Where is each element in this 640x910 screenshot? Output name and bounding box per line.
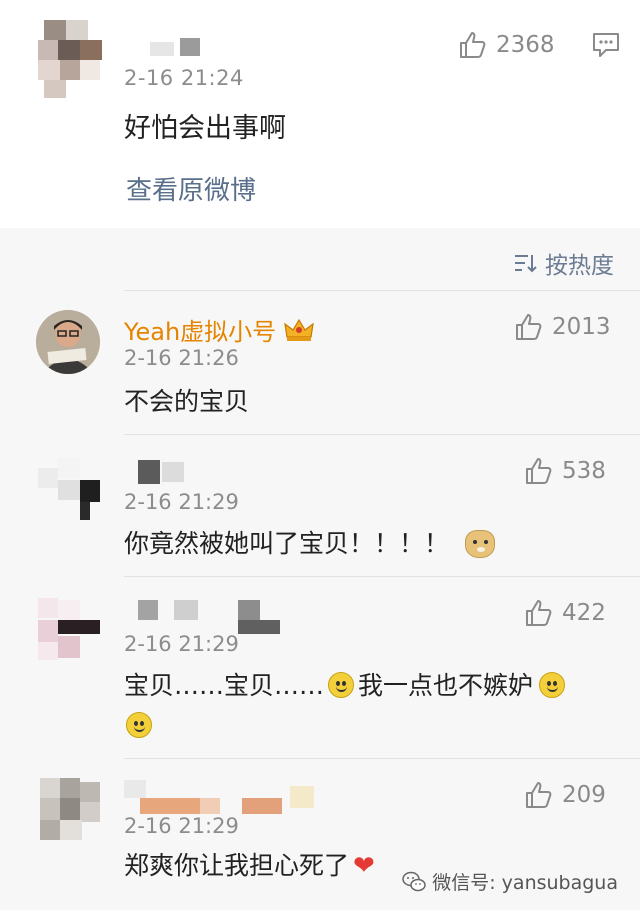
thumbs-up-icon: [526, 458, 552, 484]
avatar[interactable]: [36, 310, 100, 374]
smile-emoji-icon: [328, 672, 355, 698]
like-count: 2013: [552, 314, 611, 340]
like-button[interactable]: 209: [524, 780, 606, 810]
like-count: 538: [562, 458, 606, 484]
like-count: 2368: [496, 32, 555, 58]
username-text: Yeah虚拟小号: [124, 318, 277, 346]
doge-emoji-icon: [464, 530, 495, 558]
post-text: 好怕会出事啊: [124, 113, 286, 144]
divider: [124, 434, 640, 435]
comment-text: 郑爽你让我担心死了 ❤: [124, 846, 375, 886]
like-button[interactable]: 2013: [514, 312, 611, 342]
wechat-watermark: 微信号: yansubagua: [402, 868, 618, 895]
like-button[interactable]: 538: [524, 456, 606, 486]
like-button[interactable]: 2368: [458, 30, 555, 60]
thumbs-up-icon: [526, 600, 552, 626]
avatar[interactable]: [38, 598, 100, 662]
smile-emoji-icon: [126, 712, 152, 738]
username-blurred[interactable]: [138, 600, 284, 634]
comment-text-part: 我一点也不嫉妒: [358, 671, 534, 700]
comment-time: 2-16 21:29: [124, 814, 239, 838]
smile-emoji-icon: [539, 672, 566, 698]
heart-icon: ❤: [353, 851, 375, 881]
username-blurred[interactable]: [124, 780, 318, 814]
original-post: 2-16 21:24 好怕会出事啊 查看原微博 2368: [0, 0, 640, 228]
sort-icon: [515, 255, 537, 273]
comment-text-content: 郑爽你让我担心死了: [124, 851, 350, 880]
sort-label: 按热度: [545, 253, 614, 279]
comment-time: 2-16 21:29: [124, 632, 239, 656]
username-blurred[interactable]: [130, 38, 200, 56]
divider: [124, 290, 640, 291]
comment-text: 宝贝……宝贝…… 我一点也不嫉妒: [124, 666, 624, 746]
sort-by-hot-button[interactable]: 按热度: [513, 246, 614, 280]
like-button[interactable]: 422: [524, 598, 606, 628]
vip-crown-icon: [284, 318, 314, 341]
username-blurred[interactable]: [138, 460, 198, 484]
avatar[interactable]: [40, 778, 100, 842]
comment-time: 2-16 21:26: [124, 346, 239, 370]
watermark-text: 微信号: yansubagua: [432, 872, 618, 894]
wechat-icon: [402, 871, 426, 891]
thumbs-up-icon: [460, 32, 486, 58]
avatar[interactable]: [38, 20, 102, 98]
divider: [124, 576, 640, 577]
like-count: 209: [562, 782, 606, 808]
comment-text-content: 你竟然被她叫了宝贝！！！！: [124, 529, 450, 558]
comment-icon[interactable]: [592, 32, 620, 58]
comment-time: 2-16 21:29: [124, 490, 239, 514]
divider: [124, 758, 640, 759]
comment-text: 你竟然被她叫了宝贝！！！！: [124, 524, 495, 564]
view-original-link[interactable]: 查看原微博: [126, 170, 256, 207]
comment-text-part: 宝贝……宝贝……: [124, 671, 325, 700]
thumbs-up-icon: [516, 314, 542, 340]
thumbs-up-icon: [526, 782, 552, 808]
like-count: 422: [562, 600, 606, 626]
comment-text: 不会的宝贝: [124, 387, 250, 416]
username[interactable]: Yeah虚拟小号: [124, 312, 314, 347]
post-time: 2-16 21:24: [124, 66, 244, 90]
avatar[interactable]: [38, 458, 100, 522]
